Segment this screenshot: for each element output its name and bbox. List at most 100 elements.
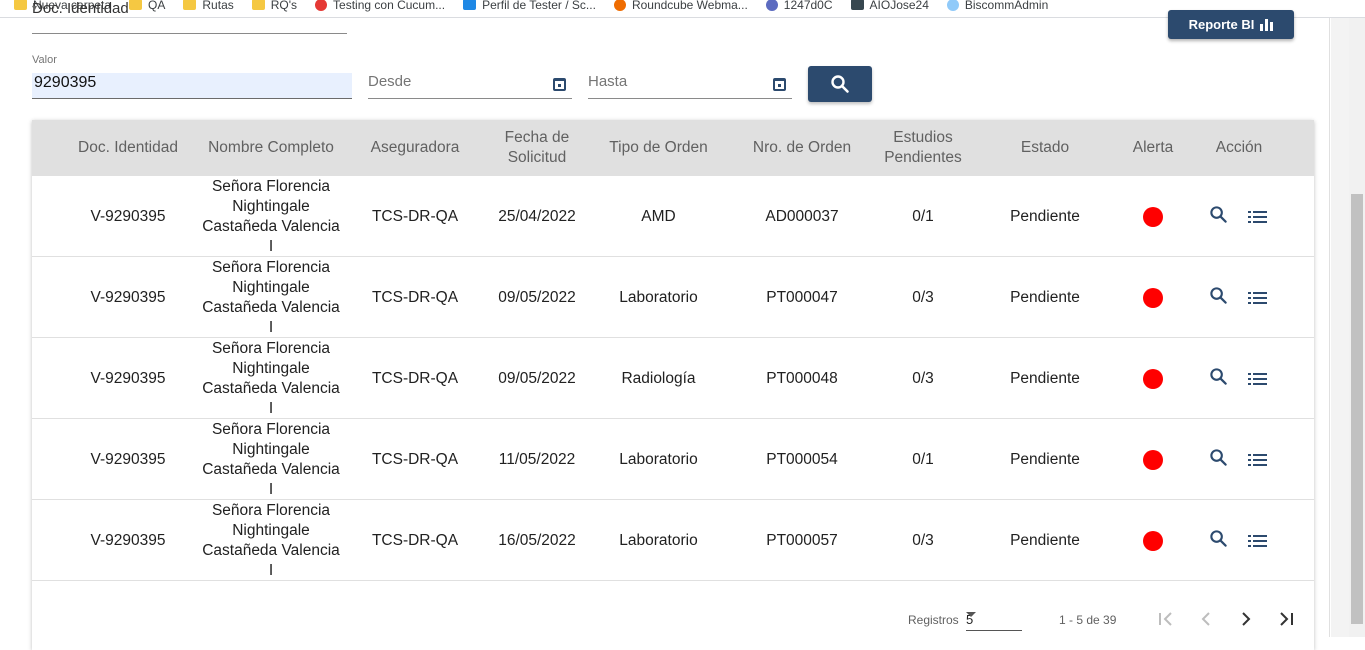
cell-fecha: 11/05/2022: [498, 450, 576, 468]
view-detail-button[interactable]: [1209, 448, 1228, 472]
cell-estudios: 0/1: [912, 207, 934, 225]
cell-alerta: [1117, 500, 1189, 581]
search-button[interactable]: [808, 66, 872, 102]
site-icon: [315, 0, 328, 11]
col-nombre[interactable]: Nombre Completo: [198, 120, 344, 176]
report-bi-button[interactable]: Reporte BI: [1168, 10, 1294, 39]
calendar-icon[interactable]: [553, 78, 566, 91]
col-accion: Acción: [1215, 139, 1263, 156]
orders-table: Doc. Identidad Nombre Completo Asegurado…: [32, 120, 1314, 650]
cell-aseguradora: TCS-DR-QA: [371, 288, 459, 306]
col-estado[interactable]: Estado: [990, 120, 1100, 176]
col-estudios[interactable]: Estudios Pendientes: [872, 120, 974, 176]
cell-doc-identidad: V-9290395: [90, 207, 166, 225]
valor-label: Valor: [32, 54, 57, 66]
cell-accion: [1209, 500, 1267, 581]
bookmark-item[interactable]: RQ's: [251, 0, 297, 12]
doc-type-select[interactable]: Doc. Identidad ▾: [32, 1, 347, 34]
paginator: Registros 5 1 - 5 de 39: [32, 595, 1314, 650]
col-tipo[interactable]: Tipo de Orden: [592, 120, 725, 176]
last-page-button[interactable]: [1272, 605, 1300, 633]
first-page-button[interactable]: [1152, 605, 1180, 633]
next-page-button[interactable]: [1232, 605, 1260, 633]
cell-nombre: Señora Florencia Nightingale Castañeda V…: [202, 420, 340, 498]
search-icon: [1210, 367, 1227, 385]
search-icon: [831, 75, 849, 93]
cell-alerta: [1117, 176, 1189, 257]
folder-icon: [129, 0, 143, 10]
cell-alerta: [1117, 338, 1189, 419]
cell-nro-orden: PT000054: [766, 450, 838, 468]
cell-nombre: Señora Florencia Nightingale Castañeda V…: [202, 501, 340, 579]
view-detail-button[interactable]: [1209, 367, 1228, 391]
cell-accion: [1209, 419, 1267, 500]
main-content: Doc. Identidad ▾ Reporte BI Valor 929039…: [0, 1, 1330, 650]
cell-tipo: Radiología: [621, 369, 696, 387]
cell-nro-orden: PT000048: [766, 369, 838, 387]
list-icon[interactable]: [1248, 211, 1267, 223]
bookmark-item[interactable]: AIOJose24: [850, 0, 929, 12]
cell-nro-orden: PT000057: [766, 531, 838, 549]
alert-dot-icon: [1143, 206, 1163, 227]
bar-chart-icon: [1260, 18, 1274, 31]
dropdown-caret-icon: [966, 612, 976, 617]
cell-nro-orden: PT000047: [766, 288, 838, 306]
bookmark-item[interactable]: Roundcube Webma...: [613, 0, 748, 12]
cell-estado: Pendiente: [1010, 531, 1080, 549]
cell-fecha: 09/05/2022: [498, 288, 576, 306]
hasta-date-field[interactable]: Hasta: [588, 68, 792, 99]
bookmarks-bar: Nueva carpeta QA Rutas RQ's Testing con …: [0, 0, 1365, 18]
col-alerta: Alerta: [1132, 139, 1174, 156]
view-detail-button[interactable]: [1209, 529, 1228, 553]
bookmark-item[interactable]: 1247d0C: [765, 0, 833, 12]
bookmark-item[interactable]: BiscommAdmin: [946, 0, 1048, 12]
view-detail-button[interactable]: [1209, 205, 1228, 229]
previous-page-button[interactable]: [1192, 605, 1220, 633]
bookmark-item[interactable]: QA: [129, 0, 165, 12]
folder-icon: [251, 0, 265, 10]
stethoscope-icon: [946, 0, 959, 11]
cell-nombre: Señora Florencia Nightingale Castañeda V…: [202, 177, 340, 255]
scrollbar-thumb[interactable]: [1351, 194, 1363, 624]
bookmark-item[interactable]: Perfil de Tester / Sc...: [463, 0, 596, 12]
cell-aseguradora: TCS-DR-QA: [371, 450, 459, 468]
bookmark-item[interactable]: Testing con Cucum...: [315, 0, 445, 12]
list-icon[interactable]: [1248, 373, 1267, 385]
valor-input[interactable]: 9290395: [32, 73, 352, 99]
folder-icon: [183, 0, 197, 10]
view-detail-button[interactable]: [1209, 286, 1228, 310]
cell-tipo: Laboratorio: [619, 450, 698, 468]
cell-alerta: [1117, 257, 1189, 338]
cell-fecha: 25/04/2022: [498, 207, 576, 225]
cell-aseguradora: TCS-DR-QA: [371, 207, 459, 225]
alert-dot-icon: [1143, 368, 1163, 389]
cell-estudios: 0/3: [912, 369, 934, 387]
calendar-icon[interactable]: [773, 78, 786, 91]
list-icon[interactable]: [1248, 292, 1267, 304]
cell-aseguradora: TCS-DR-QA: [371, 369, 459, 387]
site-icon: [850, 0, 864, 10]
bookmark-item[interactable]: Rutas: [183, 0, 234, 12]
col-doc-identidad[interactable]: Doc. Identidad: [70, 120, 186, 176]
page-size-select[interactable]: 5: [966, 609, 1022, 631]
col-fecha[interactable]: Fecha de Solicitud: [487, 120, 587, 176]
cell-estudios: 0/3: [912, 531, 934, 549]
alert-dot-icon: [1143, 530, 1163, 551]
table-row: V-9290395 Señora Florencia Nightingale Ca…: [32, 257, 1314, 338]
vertical-scrollbar[interactable]: [1349, 18, 1365, 637]
site-icon: [765, 0, 778, 11]
alert-dot-icon: [1143, 449, 1163, 470]
col-nro[interactable]: Nro. de Orden: [732, 120, 872, 176]
list-icon[interactable]: [1248, 454, 1267, 466]
registros-label: Registros: [908, 613, 959, 627]
chevron-right-icon: [1242, 612, 1251, 626]
cell-accion: [1209, 176, 1267, 257]
range-label: 1 - 5 de 39: [1059, 613, 1117, 627]
folder-icon: [14, 0, 27, 10]
cell-tipo: AMD: [641, 207, 676, 225]
desde-date-field[interactable]: Desde: [368, 68, 572, 99]
col-aseguradora[interactable]: Aseguradora: [357, 120, 473, 176]
table-row: V-9290395 Señora Florencia Nightingale Ca…: [32, 419, 1314, 500]
cell-alerta: [1117, 419, 1189, 500]
list-icon[interactable]: [1248, 535, 1267, 547]
